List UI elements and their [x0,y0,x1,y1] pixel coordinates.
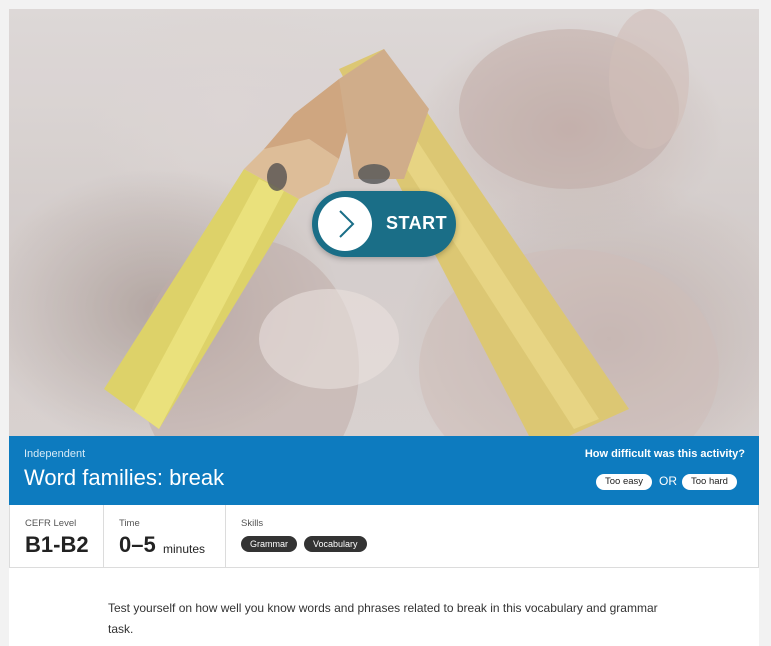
activity-card: START Independent Word families: break H… [9,9,759,646]
too-hard-button[interactable]: Too hard [682,474,737,490]
start-label: START [386,213,448,233]
time-unit: minutes [163,542,206,556]
chevron-right-icon [339,210,355,238]
skill-tag-grammar[interactable]: Grammar [241,536,297,552]
time-column: Time 0–5 minutes [103,505,225,567]
cefr-level-label: CEFR Level [25,518,77,529]
time-value: 0–5 [119,532,156,557]
activity-meta-row: CEFR Level B1-B2 Time 0–5 minutes Skills… [9,505,759,568]
activity-title: Word families: break [24,465,225,490]
too-easy-button[interactable]: Too easy [596,474,653,490]
activity-description: Test yourself on how well you know words… [108,601,658,636]
skill-tag-vocabulary[interactable]: Vocabulary [304,536,367,552]
activity-header-band: Independent Word families: break How dif… [9,436,759,505]
skills-column: Skills Grammar Vocabulary [225,505,759,567]
or-label: OR [659,474,677,488]
start-circle [318,197,372,251]
hero-image: START [9,9,759,436]
skills-label: Skills [241,518,264,529]
top-strip [0,0,771,9]
cefr-level-value: B1-B2 [25,532,89,557]
activity-level: Independent [24,448,86,460]
time-label: Time [119,518,140,529]
cefr-level-column: CEFR Level B1-B2 [10,505,102,567]
difficulty-question: How difficult was this activity? [584,448,745,460]
start-button[interactable]: START [312,191,456,257]
